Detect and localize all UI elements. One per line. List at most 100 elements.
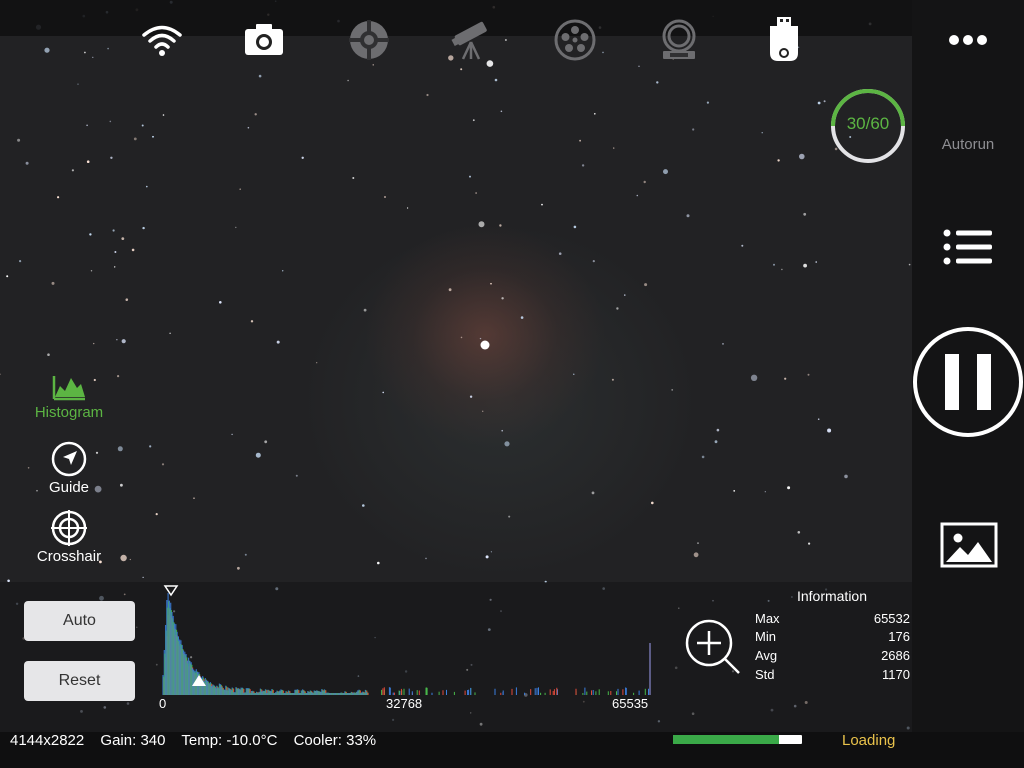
star [803, 212, 807, 216]
star [504, 39, 507, 41]
star [377, 561, 380, 565]
star [827, 428, 832, 433]
star [116, 339, 118, 341]
star [93, 342, 95, 345]
star [761, 132, 763, 134]
usb-storage-icon[interactable] [762, 17, 806, 62]
star [426, 93, 429, 97]
info-label: Max [755, 611, 780, 626]
star [110, 156, 113, 159]
star [295, 474, 298, 477]
more-options-icon[interactable] [945, 30, 991, 50]
star [613, 147, 615, 149]
star [764, 491, 766, 493]
star [141, 124, 144, 127]
info-value: 65532 [873, 611, 910, 626]
wifi-icon[interactable] [140, 18, 184, 62]
focuser-icon[interactable] [657, 18, 701, 62]
gallery-image-icon[interactable] [940, 522, 998, 575]
star [817, 418, 820, 421]
star [382, 391, 385, 394]
star [161, 463, 165, 466]
star [823, 100, 826, 103]
star [114, 251, 117, 253]
histogram-tool[interactable]: Histogram [18, 372, 120, 421]
star [407, 207, 409, 209]
star [301, 156, 304, 159]
star [152, 135, 154, 138]
star [494, 78, 498, 82]
star [219, 301, 222, 304]
star [84, 51, 86, 54]
star [644, 283, 648, 287]
star [264, 440, 268, 444]
star [722, 343, 724, 345]
histogram-tick-mid: 32768 [386, 696, 423, 711]
info-row-min: Min 176 [755, 629, 910, 644]
star [244, 553, 247, 556]
star [235, 226, 237, 229]
star [693, 552, 699, 558]
central-star [480, 340, 490, 350]
star [591, 491, 595, 495]
star [490, 282, 492, 285]
camera-gain: Gain: 340 [100, 732, 166, 749]
histogram-icon [52, 376, 85, 401]
guider-icon[interactable] [347, 18, 391, 62]
cooler-power: Cooler: 33% [293, 732, 377, 749]
star [692, 128, 695, 131]
camera-status: 4144x2822 Gain: 340 Temp: -10.0°C Cooler… [10, 733, 388, 749]
star [448, 288, 452, 292]
star [120, 554, 127, 562]
star [146, 185, 148, 188]
guide-tool[interactable]: Guide [18, 441, 120, 496]
white-point-handle[interactable] [163, 585, 179, 597]
histogram-plot[interactable] [160, 583, 656, 698]
star [149, 445, 152, 448]
star [520, 316, 524, 319]
star [541, 203, 543, 206]
camera-icon[interactable] [242, 18, 286, 62]
crosshair-tool[interactable]: Crosshair [18, 510, 120, 565]
autorun-label[interactable]: Autorun [920, 136, 1016, 153]
star [90, 270, 93, 272]
sensor-temperature: Temp: -10.0°C [181, 732, 278, 749]
star [485, 555, 489, 559]
zoom-in-icon[interactable] [683, 617, 743, 682]
guide-compass-icon [51, 441, 87, 477]
reset-stretch-button[interactable]: Reset [24, 661, 135, 701]
star [51, 281, 55, 285]
filter-wheel-icon[interactable] [553, 18, 597, 62]
star [817, 101, 821, 105]
star [697, 542, 699, 544]
star [155, 513, 158, 516]
star [750, 374, 758, 381]
star [501, 297, 504, 300]
sequence-list-icon[interactable] [940, 226, 994, 275]
info-row-max: Max 65532 [755, 611, 910, 626]
info-row-std: Std 1170 [755, 667, 910, 682]
info-label: Std [755, 667, 775, 682]
star [808, 542, 811, 545]
histogram-tool-label: Histogram [34, 404, 104, 421]
star [844, 474, 848, 479]
star [77, 83, 79, 85]
star [258, 74, 262, 78]
star [807, 373, 810, 376]
crosshair-tool-label: Crosshair [36, 548, 102, 565]
pause-button[interactable] [912, 326, 1024, 438]
star [636, 194, 639, 197]
star [579, 139, 581, 142]
star [247, 126, 250, 129]
telescope-icon[interactable] [449, 18, 493, 62]
star [131, 248, 135, 252]
image-resolution: 4144x2822 [10, 732, 85, 749]
star [638, 65, 640, 68]
star [475, 192, 477, 194]
star [777, 159, 780, 162]
star [17, 138, 21, 142]
star [19, 260, 22, 263]
auto-stretch-button[interactable]: Auto [24, 601, 135, 641]
star [799, 153, 805, 160]
star [352, 177, 355, 179]
